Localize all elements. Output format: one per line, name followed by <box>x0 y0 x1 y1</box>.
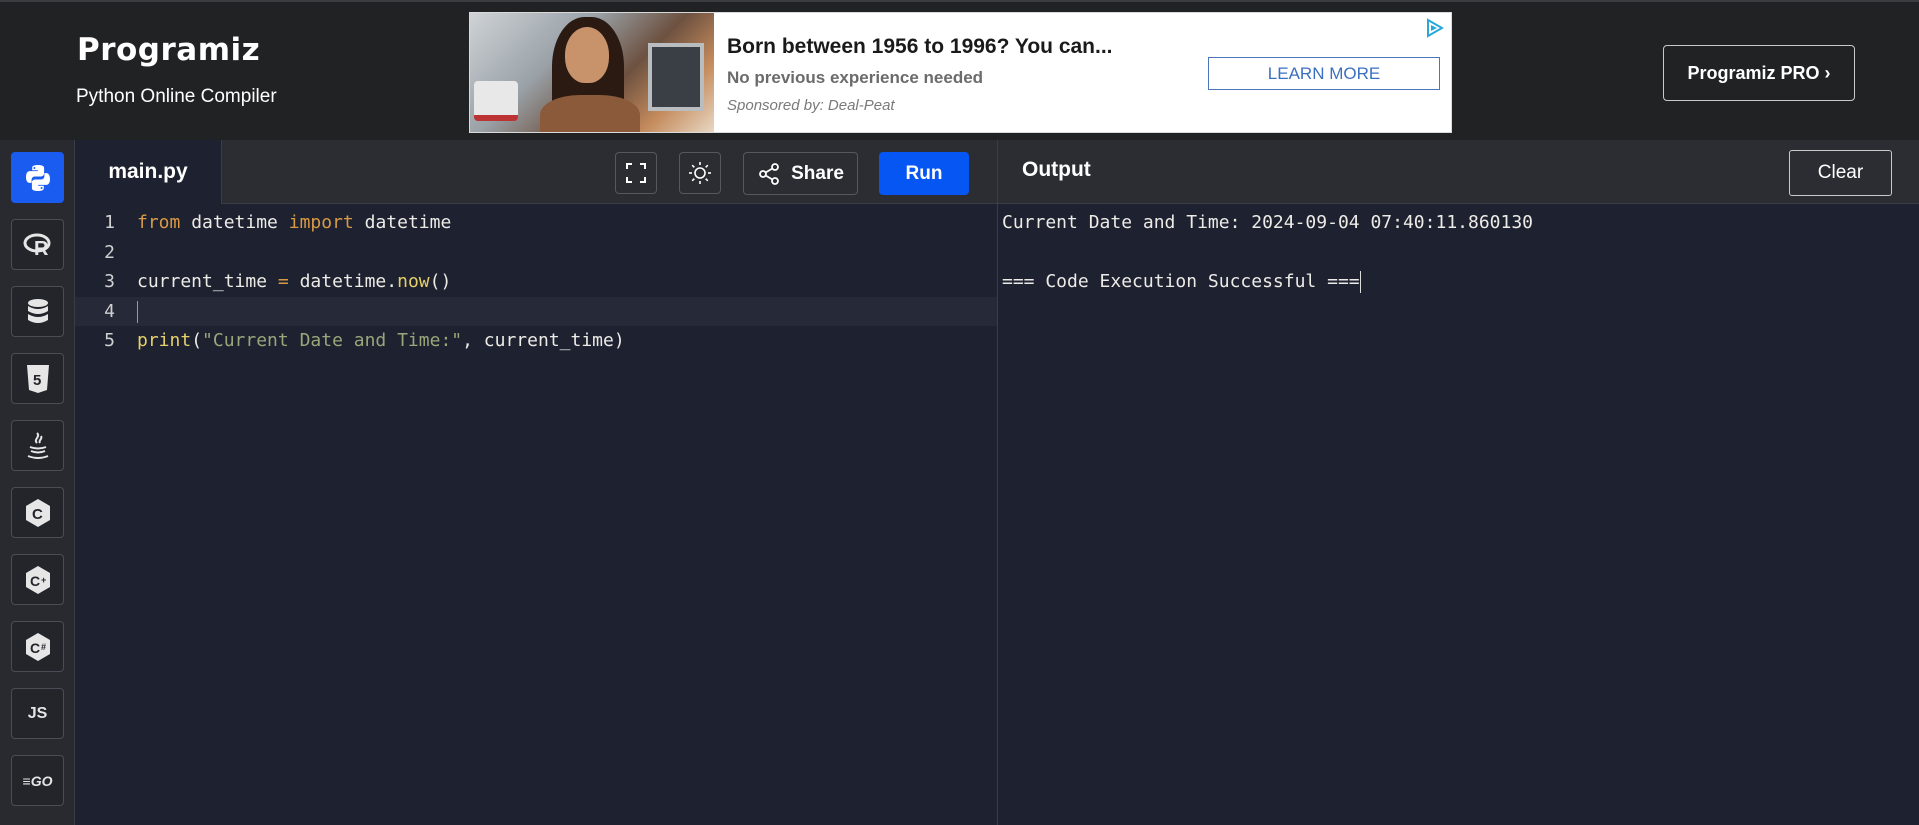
output-header: Output Clear <box>997 140 1919 204</box>
share-button[interactable]: Share <box>743 152 858 195</box>
svg-text:#: # <box>41 642 46 652</box>
tab-main-py[interactable]: main.py <box>75 140 222 204</box>
csharp-icon: C # <box>25 632 50 661</box>
code-token: "Current Date and Time:" <box>202 330 463 351</box>
cpp-icon: C + <box>25 565 50 594</box>
sidebar-item-cpp[interactable]: C + <box>11 554 64 605</box>
sun-icon <box>689 162 711 184</box>
ad-choices-icon[interactable] <box>1423 17 1445 39</box>
python-icon <box>25 164 50 191</box>
fullscreen-button[interactable] <box>615 152 657 194</box>
top-header: Programiz Python Online Compiler Born be… <box>0 0 1919 140</box>
code-token: () <box>429 271 452 292</box>
sidebar-item-html[interactable]: 5 <box>11 353 64 404</box>
share-label: Share <box>791 162 844 184</box>
ad-sponsor: Sponsored by: Deal-Peat <box>727 97 895 114</box>
code-token: now <box>397 271 430 292</box>
ad-learn-more-button[interactable]: LEARN MORE <box>1208 57 1440 90</box>
code-token: = <box>277 271 289 292</box>
html5-icon: 5 <box>26 364 49 393</box>
code-text: print("Current Date and Time:", current_… <box>137 326 625 355</box>
code-line[interactable]: 3 current_time = datetime.now() <box>75 267 997 296</box>
code-token: datetime <box>180 212 289 233</box>
sidebar-item-r[interactable]: R <box>11 219 64 270</box>
output-line: Current Date and Time: 2024-09-04 07:40:… <box>1002 208 1533 237</box>
text-caret <box>137 300 138 323</box>
svg-text:C: C <box>32 506 43 523</box>
code-text: current_time = datetime.now() <box>137 267 451 296</box>
ad-headline[interactable]: Born between 1956 to 1996? You can... <box>727 35 1113 59</box>
svg-text:R: R <box>34 238 49 259</box>
code-editor[interactable]: 1 from datetime import datetime 2 3 current_… <box>75 204 997 825</box>
c-language-icon: C <box>25 498 50 527</box>
output-text: Current Date and Time: 2024-09-04 07:40:… <box>1002 212 1534 233</box>
output-text: === Code Execution Successful === <box>1002 271 1360 292</box>
programiz-logo[interactable]: Programiz <box>77 32 260 68</box>
line-number: 4 <box>104 300 115 322</box>
page-subtitle: Python Online Compiler <box>76 86 277 107</box>
clear-button[interactable]: Clear <box>1789 150 1892 196</box>
language-sidebar: R 5 C C + C # JS ≡GO <box>0 140 75 825</box>
database-icon <box>27 298 48 323</box>
sidebar-item-csharp[interactable]: C # <box>11 621 64 672</box>
r-language-icon: R <box>23 233 50 259</box>
sidebar-item-sql[interactable] <box>11 286 64 337</box>
share-icon <box>759 162 779 185</box>
code-line[interactable]: 5 print("Current Date and Time:", current… <box>75 326 997 355</box>
code-token: print <box>137 330 192 351</box>
line-number: 5 <box>104 330 115 351</box>
fullscreen-icon <box>626 163 646 183</box>
go-icon: ≡GO <box>22 772 53 789</box>
programiz-pro-button[interactable]: Programiz PRO › <box>1663 45 1855 101</box>
run-button[interactable]: Run <box>879 152 969 195</box>
code-token: current_time <box>137 271 278 292</box>
ad-subheadline: No previous experience needed <box>727 68 984 87</box>
code-token: , current_time) <box>462 330 625 351</box>
output-title: Output <box>1022 158 1091 181</box>
sidebar-item-python[interactable] <box>11 152 64 203</box>
svg-text:C: C <box>30 573 40 589</box>
theme-toggle-button[interactable] <box>679 152 721 194</box>
sidebar-item-javascript[interactable]: JS <box>11 688 64 739</box>
advertisement-banner[interactable]: Born between 1956 to 1996? You can... No… <box>469 12 1452 133</box>
sidebar-item-c[interactable]: C <box>11 487 64 538</box>
svg-text:5: 5 <box>33 372 41 389</box>
code-line[interactable]: 2 <box>75 238 997 267</box>
line-number: 1 <box>104 212 115 233</box>
code-token: datetime <box>353 212 452 233</box>
code-text: from datetime import datetime <box>137 208 451 237</box>
code-token: import <box>288 212 354 233</box>
code-token: from <box>137 212 181 233</box>
editor-toolbar: main.py Share Run <box>75 140 997 204</box>
code-line[interactable]: 1 from datetime import datetime <box>75 208 997 237</box>
output-console[interactable]: Current Date and Time: 2024-09-04 07:40:… <box>997 204 1919 825</box>
sidebar-item-java[interactable] <box>11 420 64 471</box>
line-number: 2 <box>104 241 115 263</box>
text-caret <box>1359 271 1361 293</box>
javascript-icon: JS <box>27 704 48 722</box>
ad-image[interactable] <box>470 13 714 132</box>
java-icon <box>27 431 48 459</box>
code-line[interactable]: 4 <box>75 296 997 326</box>
svg-text:+: + <box>41 575 46 585</box>
output-line: === Code Execution Successful === <box>1002 267 1361 296</box>
code-token: ( <box>191 330 203 351</box>
sidebar-item-go[interactable]: ≡GO <box>11 755 64 806</box>
line-number: 3 <box>104 271 115 292</box>
code-token: datetime. <box>288 271 398 292</box>
svg-text:C: C <box>30 640 40 656</box>
